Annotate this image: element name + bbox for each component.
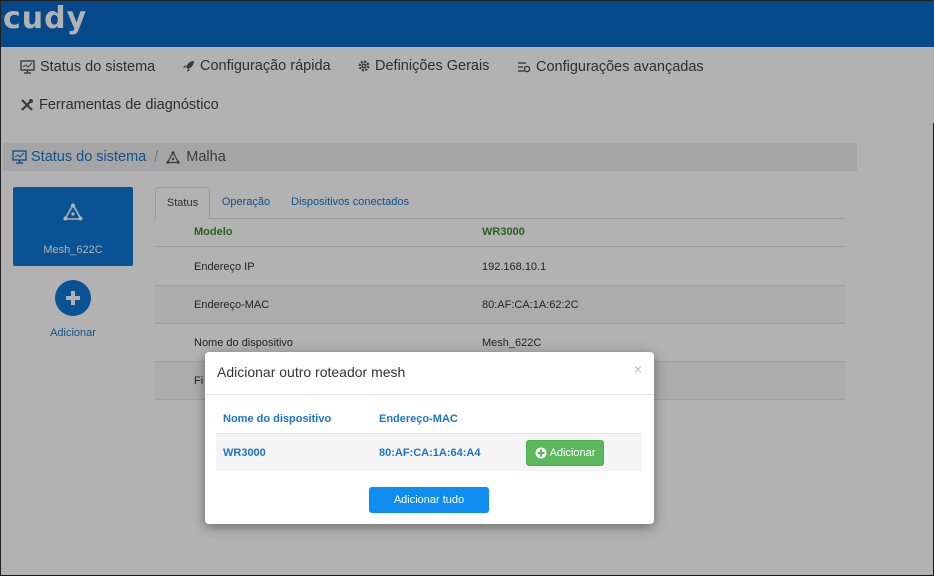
add-device-label: Adicionar [549,447,596,459]
dialog-title: Adicionar outro roteador mesh [217,364,406,380]
dialog-divider [205,394,654,395]
device-mac-cell: 80:AF:CA:1A:64:A4 [379,447,481,459]
add-mesh-dialog: Adicionar outro roteador mesh × Nome do … [205,352,654,524]
add-all-button[interactable]: Adicionar tudo [369,487,489,513]
device-name-cell: WR3000 [223,447,266,459]
close-button[interactable]: × [634,361,642,377]
column-header-device-name: Nome do dispositivo [223,413,332,425]
add-device-button[interactable]: Adicionar [526,440,604,466]
plus-circle-icon [535,447,547,459]
column-header-mac: Endereço-MAC [379,413,458,425]
